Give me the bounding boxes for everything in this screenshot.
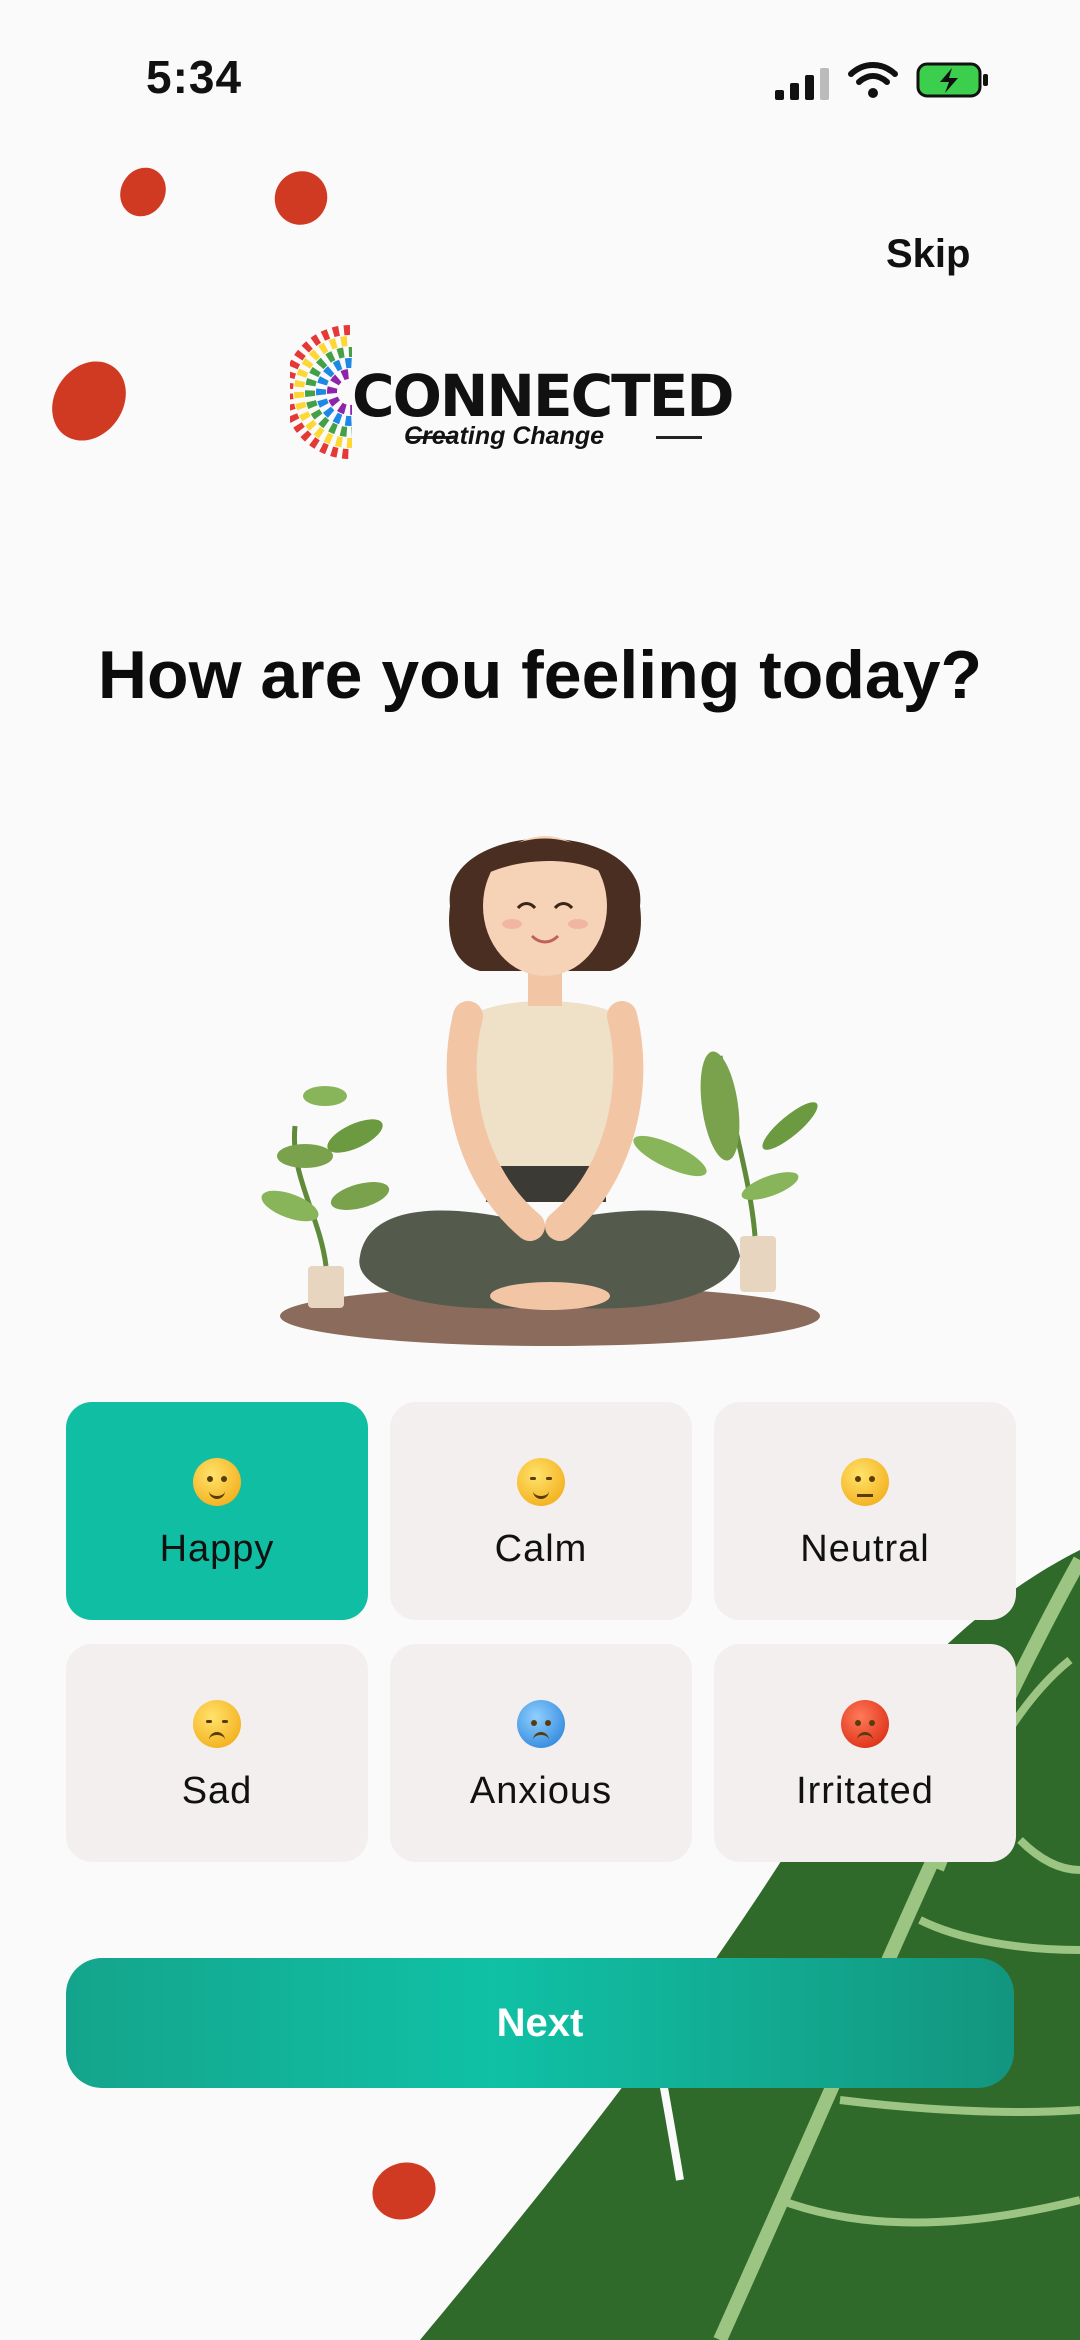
mood-option-irritated[interactable]: Irritated	[714, 1644, 1016, 1862]
mood-label: Sad	[181, 1770, 253, 1812]
decorative-blob	[52, 361, 126, 441]
mood-label: Neutral	[800, 1528, 930, 1570]
status-time: 5:34	[146, 51, 243, 103]
mood-label: Happy	[159, 1528, 275, 1570]
mood-label: Anxious	[469, 1770, 613, 1812]
mood-option-anxious[interactable]: Anxious	[390, 1644, 692, 1862]
mood-option-sad[interactable]: Sad	[66, 1644, 368, 1862]
decorative-blob	[120, 167, 166, 217]
mood-label: Calm	[494, 1528, 588, 1570]
next-button[interactable]: Next	[66, 1958, 1014, 2088]
logo-subtitle: Creating Change	[404, 422, 605, 450]
logo-title: CONNECTED	[352, 362, 734, 430]
logo-divider	[656, 436, 702, 439]
connected-logo: CONNECTED Creating Change	[290, 322, 734, 472]
mood-option-neutral[interactable]: Neutral	[714, 1402, 1016, 1620]
page-title: How are you feeling today?	[97, 637, 983, 713]
battery-charging-icon	[916, 62, 988, 98]
meditating-woman-illustration	[261, 836, 820, 1346]
wifi-icon	[848, 62, 898, 98]
neutral-face-icon	[841, 1458, 889, 1506]
mood-label: Irritated	[796, 1770, 934, 1812]
skip-button[interactable]: Skip	[886, 232, 970, 277]
anxious-face-icon	[517, 1700, 565, 1748]
cellular-signal-icon	[775, 68, 829, 100]
mood-option-happy[interactable]: Happy	[66, 1402, 368, 1620]
happy-face-icon	[193, 1458, 241, 1506]
decorative-blob	[274, 171, 328, 225]
pensive-face-icon	[193, 1700, 241, 1748]
status-bar: 5:34	[0, 0, 1080, 150]
decorative-blob	[372, 2162, 436, 2220]
relieved-face-icon	[517, 1458, 565, 1506]
mood-option-calm[interactable]: Calm	[390, 1402, 692, 1620]
angry-face-icon	[841, 1700, 889, 1748]
